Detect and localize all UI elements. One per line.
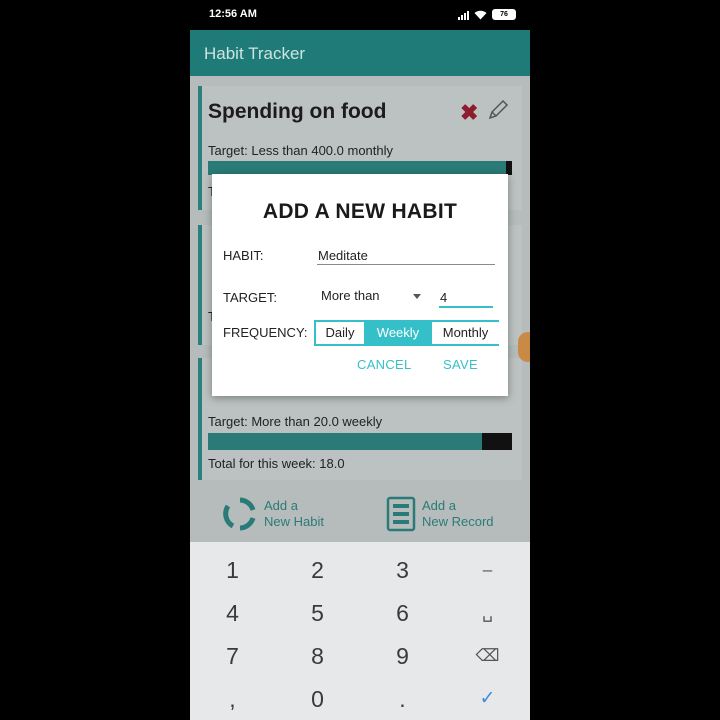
card-accent	[198, 358, 202, 480]
add-habit-button[interactable]: Add a New Habit	[222, 496, 324, 532]
frequency-monthly[interactable]: Monthly	[430, 322, 499, 344]
delete-icon[interactable]: ✖	[460, 100, 478, 126]
key-backspace[interactable]: ⌫	[445, 634, 530, 678]
add-habit-label-2: New Habit	[264, 514, 324, 529]
habit-target: Target: Less than 400.0 monthly	[208, 143, 394, 158]
key-4[interactable]: 4	[190, 591, 275, 635]
status-bar: 12:56 AM 76	[190, 0, 530, 30]
key-6[interactable]: 6	[360, 591, 445, 635]
cancel-button[interactable]: CANCEL	[357, 357, 412, 372]
key-9[interactable]: 9	[360, 634, 445, 678]
dropdown-arrow-icon	[413, 294, 421, 299]
add-habit-label-1: Add a	[264, 498, 298, 513]
card-accent	[198, 86, 202, 210]
bottom-actions: Add a New Habit Add a New Record	[190, 492, 530, 542]
target-mode-select[interactable]: More than	[321, 288, 421, 306]
edit-pencil-icon[interactable]	[486, 98, 510, 122]
status-icons: 76	[458, 9, 516, 20]
key-2[interactable]: 2	[275, 548, 360, 592]
key-space[interactable]: ␣	[445, 591, 530, 635]
habit-name-input[interactable]	[317, 246, 495, 265]
add-habit-dialog: ADD A NEW HABIT HABIT: TARGET: More than…	[212, 174, 508, 396]
key-7[interactable]: 7	[190, 634, 275, 678]
frequency-weekly[interactable]: Weekly	[366, 322, 430, 344]
key-period[interactable]: .	[360, 677, 445, 720]
key-3[interactable]: 3	[360, 548, 445, 592]
habit-progress-bar	[208, 161, 512, 175]
app-title: Habit Tracker	[204, 44, 306, 63]
add-record-label-1: Add a	[422, 498, 456, 513]
habit-total: Total for this week: 18.0	[208, 456, 345, 471]
habit-label: HABIT:	[223, 248, 264, 263]
key-5[interactable]: 5	[275, 591, 360, 635]
add-record-label-2: New Record	[422, 514, 494, 529]
signal-icon	[458, 10, 469, 20]
numeric-keyboard: 1 2 3– 4 5 6 ␣ 7 8 9 ⌫, 0. ✓	[190, 542, 530, 720]
key-comma[interactable]: ,	[190, 677, 275, 720]
app-bar: Habit Tracker	[190, 30, 530, 76]
frequency-label: FREQUENCY:	[223, 325, 308, 340]
target-label: TARGET:	[223, 290, 277, 305]
key-0[interactable]: 0	[275, 677, 360, 720]
card-accent	[198, 225, 202, 345]
status-time: 12:56 AM	[209, 8, 257, 20]
dialog-title: ADD A NEW HABIT	[262, 200, 458, 223]
progress-fill	[208, 433, 482, 450]
target-mode-value: More than	[321, 288, 380, 303]
add-record-button[interactable]: Add a New Record	[386, 496, 494, 532]
key-done[interactable]: ✓	[445, 677, 530, 720]
floating-button[interactable]	[518, 332, 530, 362]
habit-name: Spending on food	[208, 100, 387, 123]
habit-progress-bar	[208, 433, 512, 450]
target-value-input[interactable]	[439, 288, 493, 308]
key-8[interactable]: 8	[275, 634, 360, 678]
habit-target: Target: More than 20.0 weekly	[208, 414, 383, 429]
wifi-icon	[474, 10, 487, 19]
frequency-selector: Daily Weekly Monthly	[314, 320, 499, 346]
add-habit-icon	[223, 497, 256, 531]
key-1[interactable]: 1	[190, 548, 275, 592]
frequency-daily[interactable]: Daily	[316, 322, 366, 344]
key-minus[interactable]: –	[445, 548, 530, 592]
save-button[interactable]: SAVE	[443, 357, 478, 372]
add-record-icon	[386, 496, 416, 532]
battery-icon: 76	[492, 9, 516, 20]
